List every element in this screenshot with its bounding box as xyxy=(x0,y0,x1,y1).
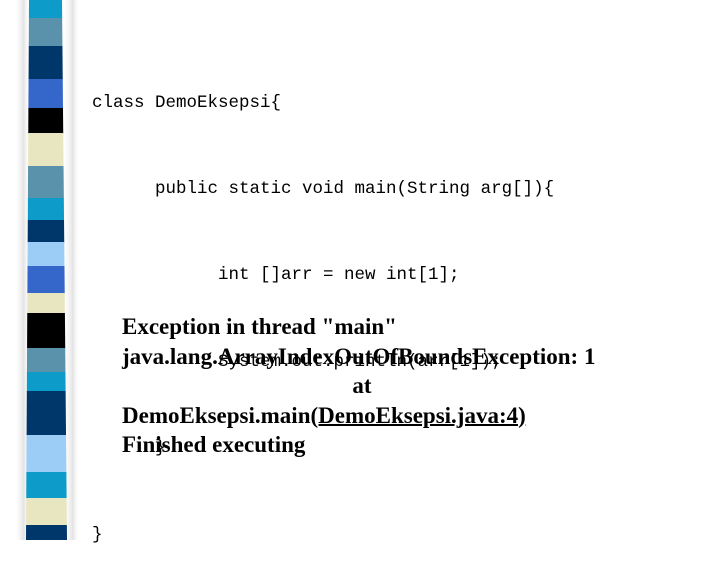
output-line-exception-header: Exception in thread "main" xyxy=(122,314,397,339)
output-line-finished: Finished executing xyxy=(122,432,306,457)
output-line-exception-class: java.lang.ArrayIndexOutOfBoundsException… xyxy=(122,343,596,369)
stack-frame-method: DemoEksepsi.main xyxy=(122,402,311,428)
code-line-2: public static void main(String arg[]){ xyxy=(92,178,555,199)
striped-bar-graphic xyxy=(14,0,80,540)
stack-frame-source-link[interactable]: (DemoEksepsi.java:4) xyxy=(311,403,526,428)
java-code-block: class DemoEksepsi{ public static void ma… xyxy=(92,31,692,578)
code-line-6: } xyxy=(92,524,103,545)
output-line-stack-frame: DemoEksepsi.main(DemoEksepsi.java:4) xyxy=(122,401,642,431)
code-line-1: class DemoEksepsi{ xyxy=(92,92,282,113)
decorative-striped-bar xyxy=(0,0,90,540)
output-line-at: at xyxy=(352,373,372,398)
code-line-3: int []arr = new int[1]; xyxy=(92,265,460,286)
exception-output-block: Exception in thread "main" java.lang.Arr… xyxy=(122,312,642,460)
